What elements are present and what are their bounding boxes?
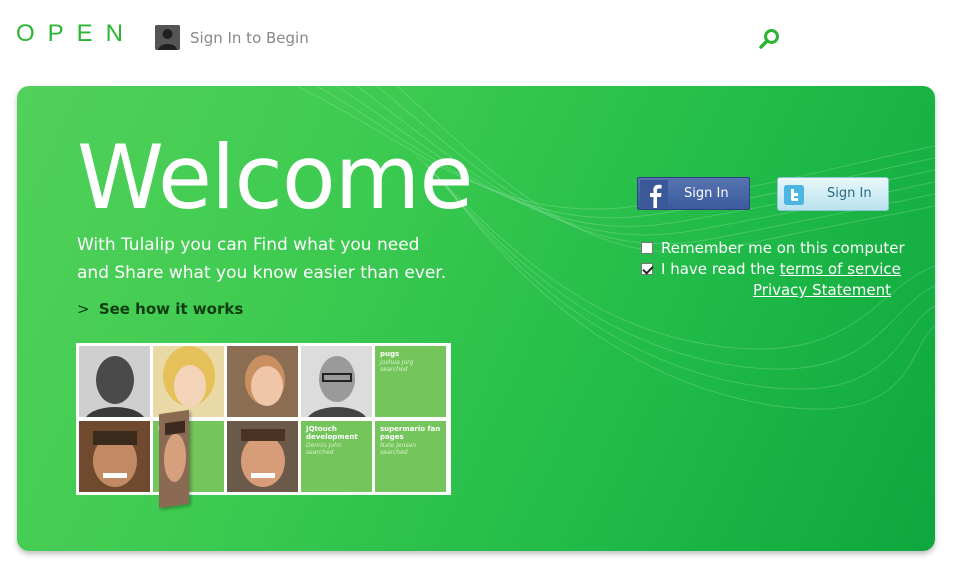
people-mosaic[interactable]: pugs Joshua Jorg searched lyrics JQtouch… (76, 343, 451, 509)
facebook-icon (640, 180, 668, 208)
header-bar: OPEN Sign In to Begin (0, 0, 959, 78)
search-icon[interactable] (758, 27, 782, 51)
twitter-icon (784, 185, 804, 205)
see-how-it-works-link[interactable]: > See how it works (77, 300, 243, 318)
terms-checkbox[interactable] (641, 263, 653, 275)
privacy-statement-link[interactable]: Privacy Statement (753, 281, 891, 299)
welcome-heading: Welcome (77, 126, 474, 229)
twitter-sign-in-label: Sign In (827, 186, 872, 201)
sign-in-to-begin-link[interactable]: Sign In to Begin (190, 29, 309, 47)
activity-tile: pugs Joshua Jorg searched (375, 346, 446, 417)
tagline-line-1: With Tulalip you can Find what you need (77, 235, 420, 255)
twitter-sign-in-button[interactable]: Sign In (777, 177, 889, 211)
person-photo (227, 421, 298, 492)
person-photo (301, 346, 372, 417)
tagline: With Tulalip you can Find what you need … (77, 231, 477, 287)
remember-me-checkbox[interactable] (641, 242, 653, 254)
welcome-panel: Welcome With Tulalip you can Find what y… (17, 86, 935, 551)
terms-prefix: I have read the (661, 260, 775, 278)
facebook-sign-in-label: Sign In (684, 186, 729, 201)
open-logo[interactable]: OPEN (16, 20, 136, 48)
activity-tile: supermario fan pages Nate Jensen searche… (375, 421, 446, 492)
facebook-sign-in-button[interactable]: Sign In (637, 177, 750, 210)
tagline-line-2: and Share what you know easier than ever… (77, 263, 447, 283)
see-how-label: See how it works (98, 300, 244, 318)
flipping-card (159, 409, 189, 509)
remember-me-option: Remember me on this computer (641, 239, 905, 257)
activity-tile: JQtouch development Dennis John searched (301, 421, 372, 492)
user-avatar-icon[interactable] (155, 25, 180, 50)
person-photo (153, 346, 224, 417)
person-photo (79, 346, 150, 417)
person-photo (79, 421, 150, 492)
person-photo (227, 346, 298, 417)
terms-option: I have read the terms of service (641, 260, 901, 278)
remember-me-label: Remember me on this computer (661, 239, 905, 257)
terms-of-service-link[interactable]: terms of service (780, 260, 901, 278)
see-how-arrow: > (77, 300, 90, 318)
